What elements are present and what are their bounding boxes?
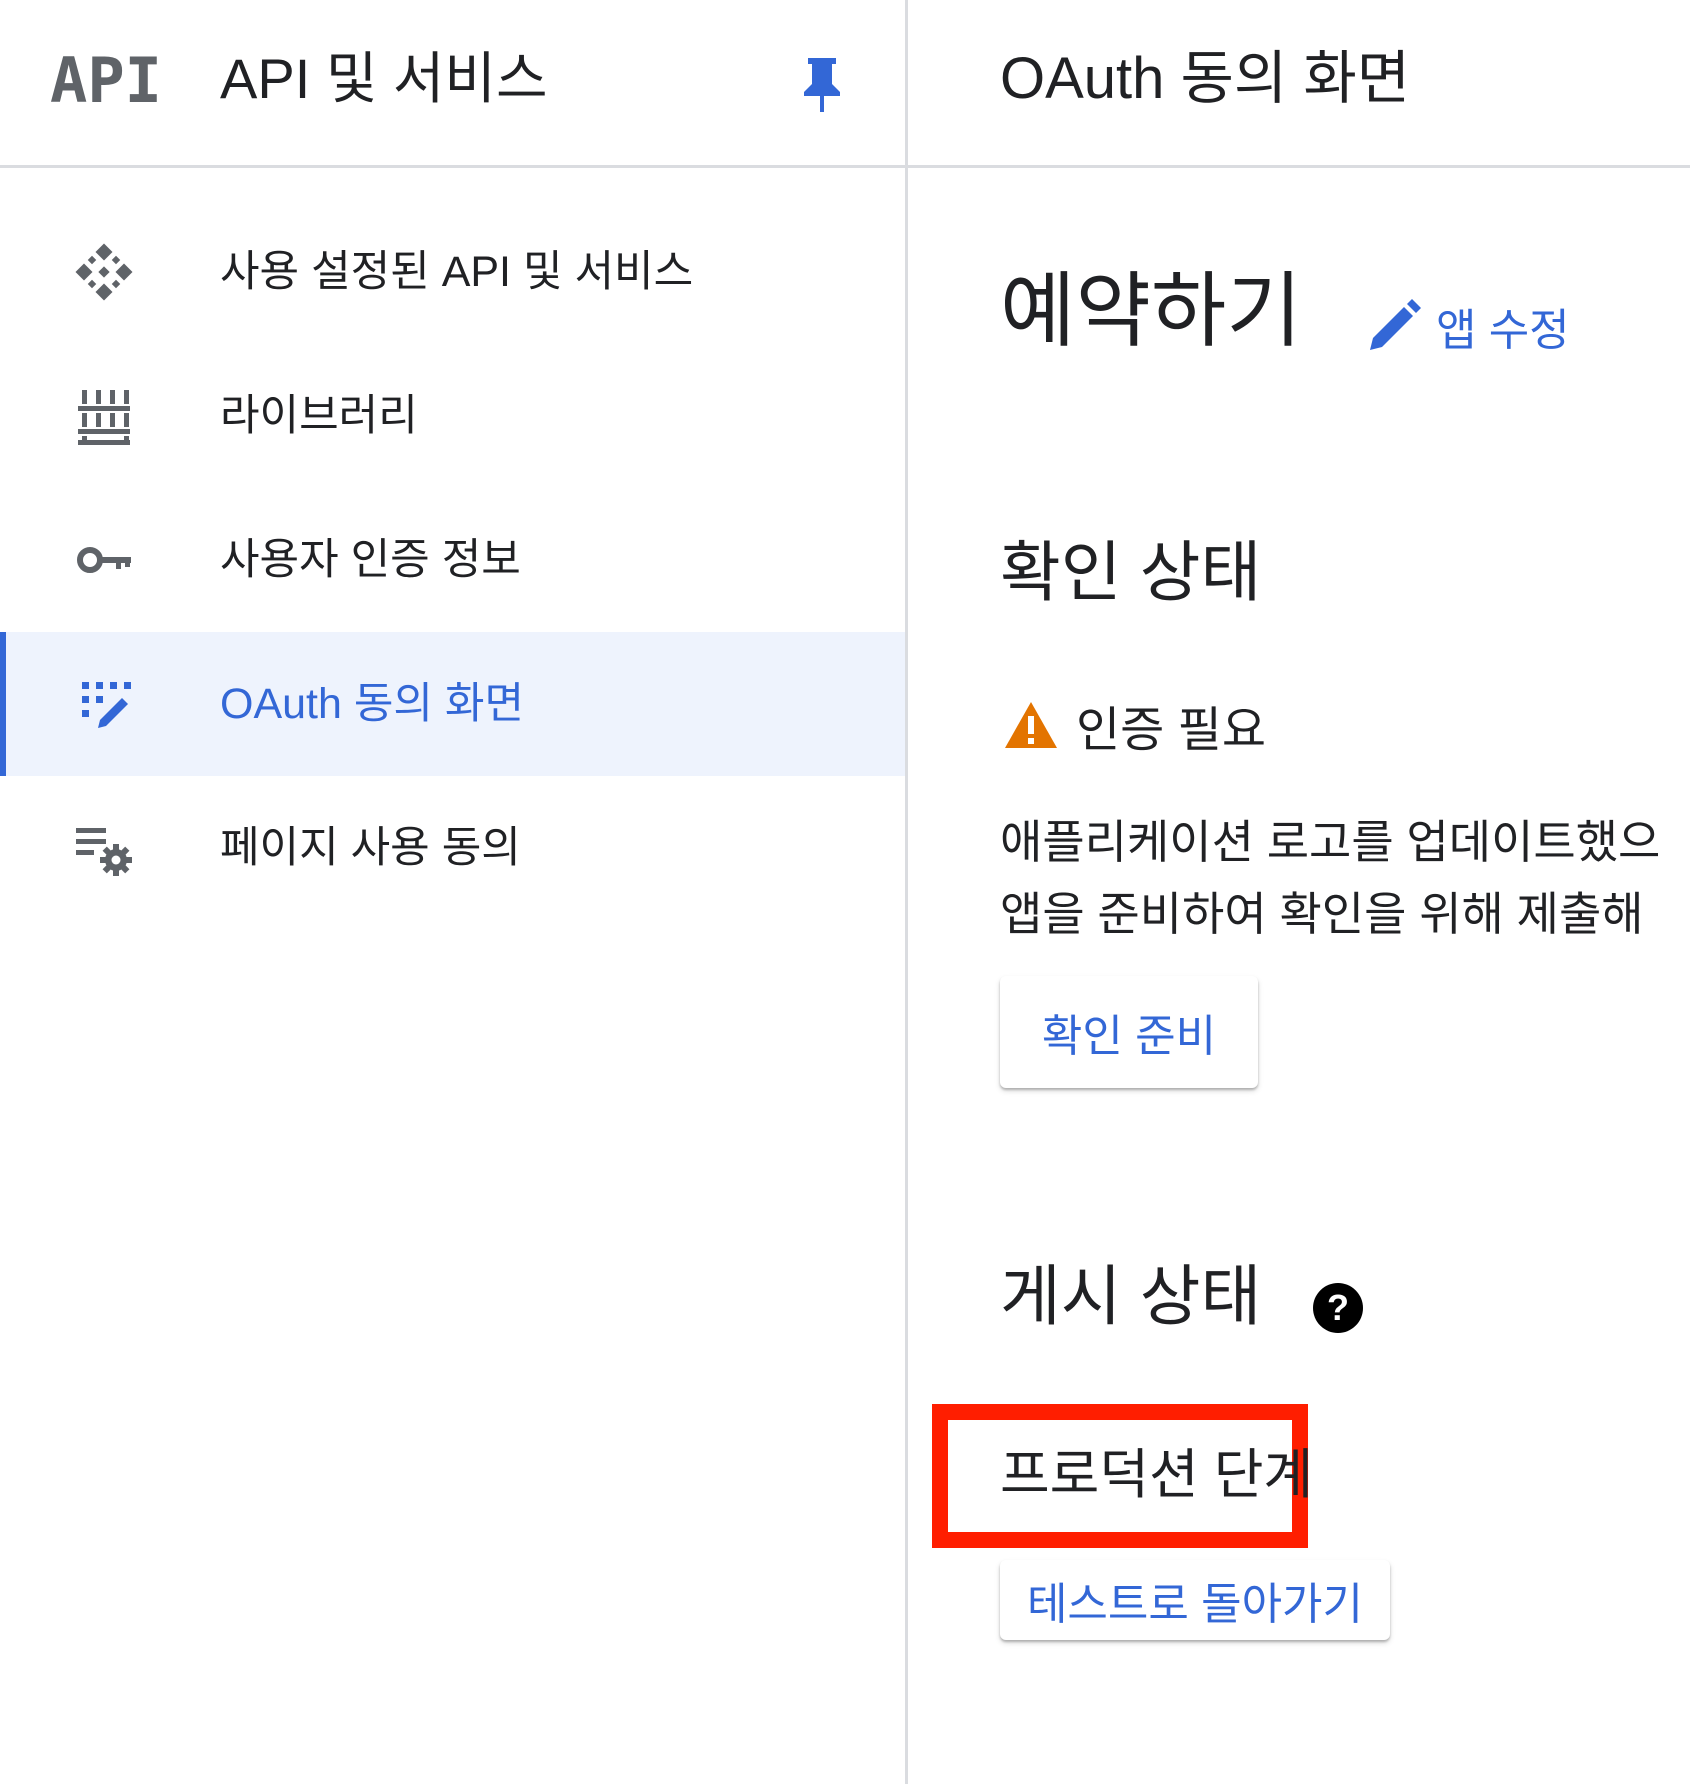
svg-text:API: API bbox=[50, 50, 162, 110]
key-icon bbox=[77, 547, 131, 573]
main-content: OAuth 동의 화면 예약하기 앱 수정 확인 상태 인증 필요 애플리케이션… bbox=[908, 0, 1690, 1784]
sidebar-title: API 및 서비스 bbox=[220, 47, 548, 110]
sidebar-item-label: 사용자 인증 정보 bbox=[220, 536, 521, 584]
edit-app-button[interactable]: 앱 수정 bbox=[1366, 296, 1570, 356]
sidebar-item-oauth-consent[interactable]: OAuth 동의 화면 bbox=[0, 632, 905, 776]
sidebar: API API 및 서비스 사용 설정된 API 및 서비스 라이브러리 사용자… bbox=[0, 0, 908, 1784]
verification-description: 애플리케이션 로고를 업데이트했으 앱을 준비하여 확인을 위해 제출해 bbox=[1000, 806, 1660, 950]
sidebar-item-label: 라이브러리 bbox=[220, 392, 418, 440]
library-icon bbox=[78, 390, 130, 445]
warning-icon bbox=[1005, 702, 1057, 748]
back-to-testing-button[interactable]: 테스트로 돌아가기 bbox=[1000, 1560, 1390, 1640]
verification-description-line: 애플리케이션 로고를 업데이트했으 bbox=[1000, 816, 1661, 868]
edit-app-label: 앱 수정 bbox=[1436, 306, 1570, 355]
main-header: OAuth 동의 화면 bbox=[908, 0, 1690, 168]
api-diamond-icon bbox=[75, 243, 133, 301]
sidebar-item-page-usage-agreement[interactable]: 페이지 사용 동의 bbox=[0, 776, 905, 920]
prepare-verification-button[interactable]: 확인 준비 bbox=[1000, 976, 1258, 1088]
verification-description-line: 앱을 준비하여 확인을 위해 제출해 bbox=[1000, 888, 1644, 940]
pin-icon[interactable] bbox=[796, 54, 848, 114]
sidebar-item-label: 페이지 사용 동의 bbox=[220, 824, 521, 872]
sidebar-header: API API 및 서비스 bbox=[0, 0, 905, 168]
page-title: OAuth 동의 화면 bbox=[1000, 46, 1411, 111]
sidebar-nav: 사용 설정된 API 및 서비스 라이브러리 사용자 인증 정보 OAuth 동… bbox=[0, 200, 905, 920]
sidebar-item-enabled-apis[interactable]: 사용 설정된 API 및 서비스 bbox=[0, 200, 905, 344]
svg-text:?: ? bbox=[1327, 1287, 1349, 1328]
help-icon[interactable]: ? bbox=[1312, 1282, 1364, 1334]
sidebar-item-credentials[interactable]: 사용자 인증 정보 bbox=[0, 488, 905, 632]
app-name: 예약하기 bbox=[1000, 266, 1302, 357]
pencil-icon bbox=[1370, 299, 1421, 350]
publishing-heading: 게시 상태 bbox=[1000, 1259, 1262, 1333]
api-logo-icon: API bbox=[50, 50, 162, 110]
sidebar-item-label: OAuth 동의 화면 bbox=[220, 680, 525, 728]
publishing-status: 프로덕션 단계 bbox=[1000, 1445, 1314, 1505]
page-settings-icon bbox=[76, 828, 132, 876]
sidebar-item-label: 사용 설정된 API 및 서비스 bbox=[220, 248, 694, 296]
verification-status: 인증 필요 bbox=[1004, 694, 1266, 757]
verification-status-text: 인증 필요 bbox=[1076, 704, 1266, 757]
oauth-consent-icon bbox=[82, 682, 131, 728]
sidebar-item-library[interactable]: 라이브러리 bbox=[0, 344, 905, 488]
verification-heading: 확인 상태 bbox=[1000, 535, 1262, 609]
